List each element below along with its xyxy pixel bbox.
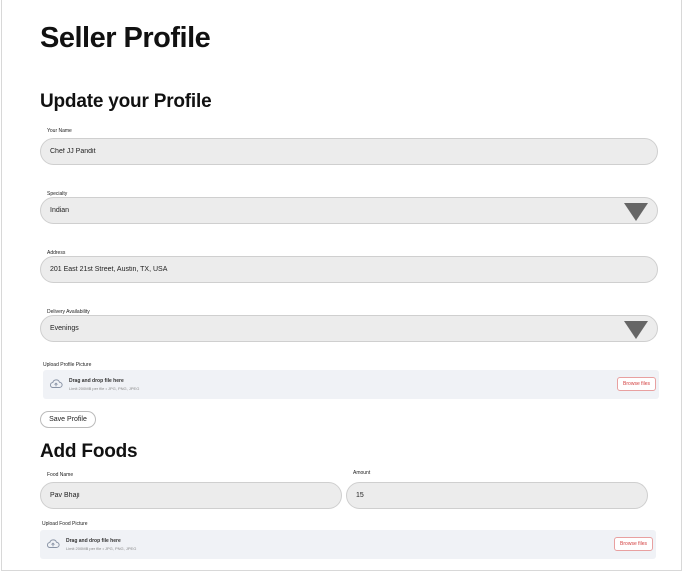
name-label: Your Name bbox=[47, 128, 72, 134]
address-field[interactable] bbox=[40, 256, 658, 283]
drop-text: Drag and drop file here bbox=[66, 538, 121, 544]
chevron-down-icon[interactable] bbox=[624, 321, 648, 339]
page-title: Seller Profile bbox=[40, 22, 211, 54]
limit-text: Limit 200MB per file • JPG, PNG, JPEG bbox=[66, 546, 137, 551]
food-name-label: Food Name bbox=[47, 472, 74, 478]
limit-text: Limit 200MB per file • JPG, PNG, JPEG bbox=[69, 386, 140, 391]
amount-field[interactable] bbox=[346, 482, 648, 509]
food-name-field[interactable] bbox=[40, 482, 342, 509]
amount-input[interactable] bbox=[356, 492, 618, 499]
browse-files-button[interactable]: Browse files bbox=[614, 537, 653, 551]
specialty-select[interactable]: Indian bbox=[40, 197, 658, 224]
chevron-down-icon[interactable] bbox=[624, 203, 648, 221]
food-name-input[interactable] bbox=[50, 492, 312, 499]
cloud-upload-icon bbox=[47, 539, 60, 548]
browse-files-button[interactable]: Browse files bbox=[617, 377, 656, 391]
profile-heading: Update your Profile bbox=[40, 91, 212, 112]
name-field[interactable] bbox=[40, 138, 658, 165]
amount-label: Amount bbox=[353, 470, 371, 476]
profile-picture-label: Upload Profile Picture bbox=[43, 362, 92, 368]
delivery-select[interactable]: Evenings bbox=[40, 315, 658, 342]
foods-heading: Add Foods bbox=[40, 441, 138, 462]
food-picture-dropzone[interactable]: Drag and drop file here Limit 200MB per … bbox=[40, 530, 656, 559]
profile-picture-dropzone[interactable]: Drag and drop file here Limit 200MB per … bbox=[43, 370, 659, 399]
food-picture-label: Upload Food Picture bbox=[42, 521, 88, 527]
cloud-upload-icon bbox=[50, 379, 63, 388]
name-input[interactable] bbox=[50, 148, 597, 155]
address-input[interactable] bbox=[50, 266, 597, 273]
drop-text: Drag and drop file here bbox=[69, 378, 124, 384]
specialty-value: Indian bbox=[50, 207, 70, 214]
save-profile-button[interactable]: Save Profile bbox=[40, 411, 96, 428]
delivery-value: Evenings bbox=[50, 325, 79, 332]
